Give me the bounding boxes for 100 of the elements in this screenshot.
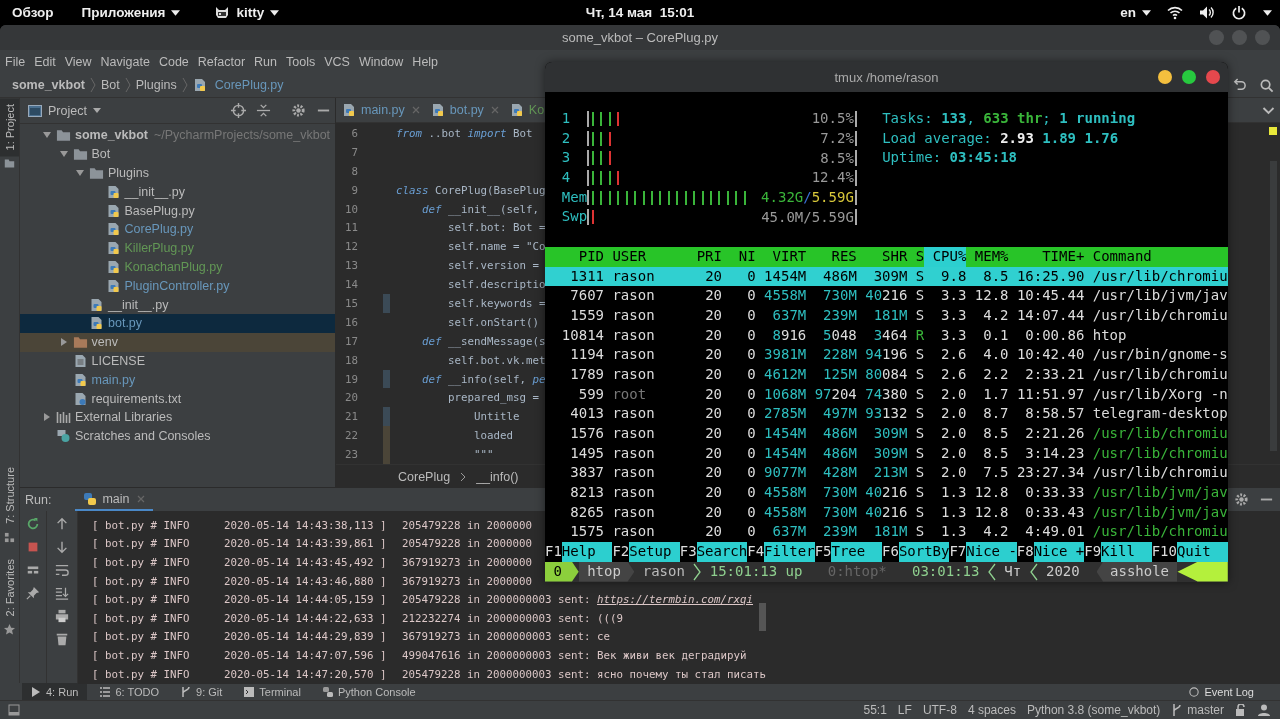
function-key-button[interactable]: Nice - [966, 542, 1017, 562]
search-icon[interactable] [1259, 77, 1274, 93]
maximize-button[interactable] [1182, 70, 1196, 84]
settings-icon[interactable] [1234, 492, 1249, 507]
column-header[interactable]: RES [806, 246, 857, 267]
function-key-button[interactable]: Help [561, 542, 613, 562]
process-row[interactable]: 1495 rason 20 0 1454M 486M 309M S 2.0 8.5 3:14.23 /usr/lib/chromiu [545, 443, 1228, 464]
tree-item[interactable]: Plugins [20, 163, 335, 183]
process-row[interactable]: 1194 rason 20 0 3981M 228M 94196 S 2.6 4.0 10:42.40 /usr/bin/gnome-s [545, 345, 1228, 365]
cursor-position[interactable]: 55:1 [863, 703, 887, 717]
breadcrumb-item[interactable]: some_vkbot [12, 78, 85, 92]
print-icon[interactable] [55, 609, 69, 623]
breadcrumb-item[interactable]: __info() [476, 469, 519, 484]
collapse-icon[interactable] [256, 103, 271, 118]
log-link[interactable]: https://termbin.com/rxqi [597, 593, 754, 607]
column-header[interactable]: NI [722, 246, 756, 267]
tree-item[interactable]: KonachanPlug.py [20, 257, 335, 277]
column-header[interactable]: SHR [856, 246, 908, 267]
column-header[interactable]: PID [545, 246, 604, 267]
settings-icon[interactable] [291, 103, 306, 118]
rerun-icon[interactable] [26, 517, 40, 531]
tree-item[interactable]: CorePlug.py [20, 220, 335, 239]
process-row[interactable]: 10814 rason 20 0 8916 5048 3464 R 3.3 0.1 0:00.86 htop [545, 325, 1228, 346]
process-row[interactable]: 8213 rason 20 0 4558M 730M 40216 S 1.3 12.8 0:33.33 /usr/lib/jvm/jav [545, 483, 1228, 503]
expand-arrow-icon[interactable] [42, 412, 52, 423]
function-key-button[interactable]: Quit [1176, 542, 1228, 562]
tree-item[interactable]: PluginController.py [20, 276, 335, 296]
menu-item[interactable]: Help [412, 54, 439, 69]
line-ending[interactable]: LF [897, 703, 912, 717]
tree-item[interactable]: KillerPlug.py [20, 238, 335, 258]
process-row[interactable]: 1576 rason 20 0 1454M 486M 309M S 2.0 8.5 2:21.26 /usr/lib/chromiu [545, 424, 1228, 444]
arrow-up-icon[interactable] [55, 517, 69, 531]
trash-icon[interactable] [55, 632, 69, 646]
tree-item[interactable]: requirements.txt [20, 389, 335, 408]
close-button[interactable] [1206, 70, 1220, 84]
applications-menu[interactable]: Приложения [81, 5, 181, 20]
interpreter[interactable]: Python 3.8 (some_vkbot) [1026, 703, 1161, 717]
tool-window-tab[interactable]: 6: TODO [91, 683, 169, 700]
tree-item[interactable]: Scratches and Consoles [20, 426, 335, 446]
clock[interactable]: Чт, 14 мая 15:01 [585, 5, 695, 20]
wrap-icon[interactable] [55, 563, 69, 577]
arrow-down-icon[interactable] [55, 540, 69, 554]
app-menu[interactable]: kitty [236, 5, 280, 20]
indent-setting[interactable]: 4 spaces [967, 703, 1016, 717]
file-encoding[interactable]: UTF-8 [922, 703, 957, 717]
column-header[interactable]: CPU% [924, 246, 967, 267]
breadcrumb-item[interactable]: CorePlug [398, 469, 451, 484]
column-header[interactable]: MEM% [966, 246, 1009, 267]
tool-window-tab[interactable]: Terminal [235, 683, 310, 700]
function-key-button[interactable]: Tree [831, 542, 883, 562]
menu-item[interactable]: File [5, 54, 26, 69]
menu-item[interactable]: View [64, 54, 92, 69]
editor-tab[interactable]: main.py [336, 98, 425, 122]
branch-button[interactable]: master [1171, 703, 1224, 717]
project-view-dropdown[interactable]: Project [28, 103, 231, 118]
process-row[interactable]: 8265 rason 20 0 4558M 730M 40216 S 1.3 12.8 0:33.43 /usr/lib/jvm/jav [545, 502, 1228, 523]
editor-tab[interactable]: bot.py [424, 98, 504, 122]
tree-item[interactable]: Bot [20, 144, 335, 164]
tree-item[interactable]: main.py [20, 370, 335, 390]
column-header[interactable]: S [907, 246, 925, 267]
lock-icon[interactable] [1235, 704, 1247, 716]
function-key-button[interactable]: Nice + [1033, 542, 1085, 562]
menu-item[interactable]: Refactor [197, 54, 246, 69]
menu-item[interactable]: Navigate [100, 54, 150, 69]
crosshair-icon[interactable] [231, 103, 246, 118]
function-key-button[interactable]: Setup [629, 542, 680, 562]
tree-item[interactable]: BasePlug.py [20, 201, 335, 220]
language-menu[interactable]: en [1120, 5, 1151, 20]
side-tab[interactable]: 1: Project [0, 98, 19, 157]
tool-window-tab[interactable]: 9: Git [172, 683, 232, 700]
column-header[interactable]: USER [604, 246, 689, 267]
function-key-button[interactable]: Filter [764, 542, 815, 562]
minimize-button[interactable] [1158, 70, 1172, 84]
column-header[interactable]: PRI [688, 246, 722, 267]
menu-item[interactable]: Run [254, 54, 277, 69]
caret-icon[interactable] [1263, 9, 1272, 16]
tool-window-tab[interactable]: Python Console [313, 683, 425, 700]
panel-toggle-icon[interactable] [8, 704, 20, 716]
scroll-to-end-icon[interactable] [55, 586, 69, 600]
process-row[interactable]: 1575 rason 20 0 637M 239M 181M S 1.3 4.2 4:49.01 /usr/lib/chromiu [545, 522, 1228, 543]
tree-item[interactable]: some_vkbot ~/PycharmProjects/some_vkbot [20, 126, 335, 145]
menu-item[interactable]: Window [358, 54, 404, 69]
menu-item[interactable]: VCS [324, 54, 350, 69]
function-key-button[interactable]: Search [696, 542, 748, 562]
column-header[interactable]: TIME+ [1008, 246, 1085, 267]
menu-item[interactable]: Tools [286, 54, 316, 69]
wifi-icon[interactable] [1167, 5, 1183, 20]
expand-arrow-icon[interactable] [75, 168, 85, 178]
process-row[interactable]: 1789 rason 20 0 4612M 125M 80084 S 2.6 2.2 2:33.21 /usr/lib/chromiu [545, 364, 1228, 385]
breadcrumb-item[interactable]: Bot [100, 78, 120, 92]
power-icon[interactable] [1231, 5, 1247, 20]
person-icon[interactable] [1258, 704, 1270, 716]
volume-icon[interactable] [1199, 5, 1215, 20]
function-key-button[interactable]: SortBy [898, 542, 950, 562]
process-row[interactable]: 1559 rason 20 0 637M 239M 181M S 3.3 4.2 14:07.44 /usr/lib/chromiu [545, 305, 1228, 326]
process-row[interactable]: 1311 rason 20 0 1454M 486M 309M S 9.8 8.5 16:25.90 /usr/lib/chromiu [545, 266, 1228, 287]
tree-item[interactable]: __init__.py [20, 182, 335, 202]
expand-arrow-icon[interactable] [58, 337, 69, 348]
menu-item[interactable]: Edit [34, 54, 56, 69]
breadcrumb-item[interactable]: Plugins [135, 78, 177, 92]
